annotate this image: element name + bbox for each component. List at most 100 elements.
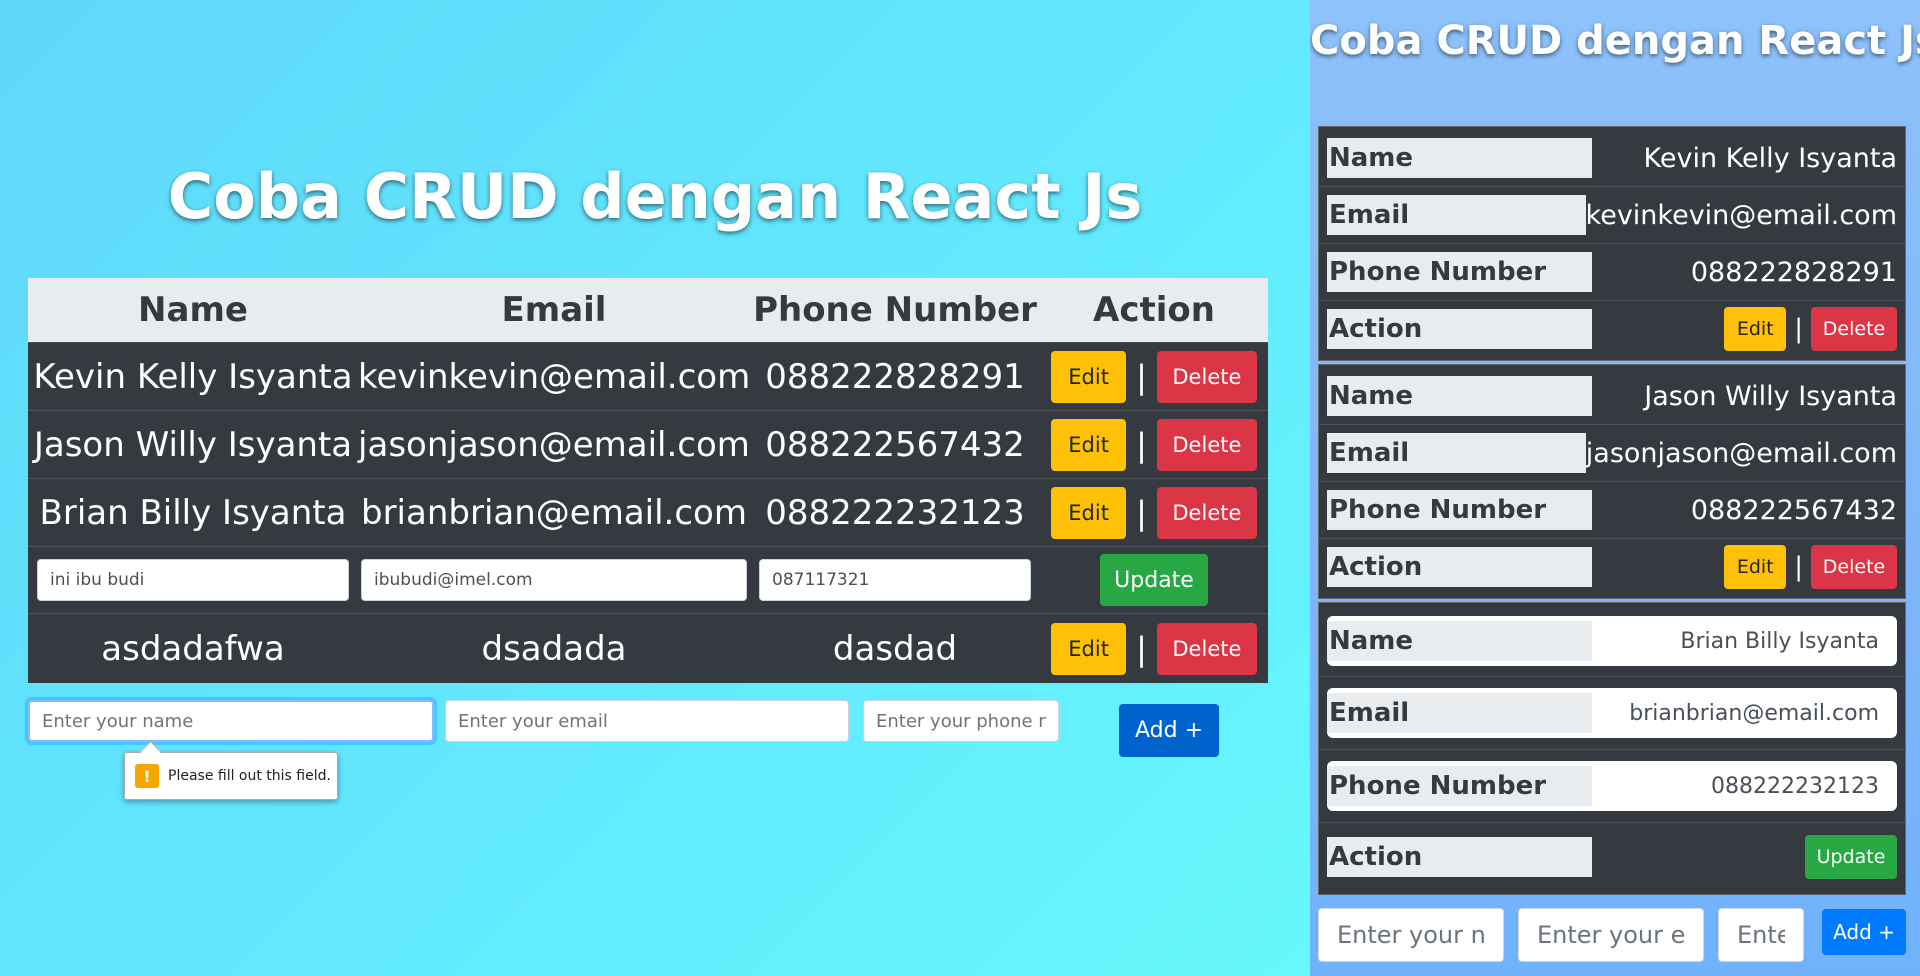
edit-name-input[interactable] — [37, 559, 349, 601]
action-separator: | — [1136, 425, 1147, 464]
header-phone: Phone Number — [753, 290, 1037, 330]
cell-email: jasonjason@email.com — [358, 424, 750, 465]
mobile-field-email: Email jasonjason@email.com — [1319, 425, 1905, 482]
action-separator: | — [1794, 552, 1803, 582]
edit-email-input[interactable] — [361, 559, 747, 601]
table-row: Brian Billy Isyanta brianbrian@email.com… — [28, 478, 1268, 546]
mobile-field-phone: Phone Number 088222828291 — [1319, 244, 1905, 301]
mobile-view: Coba CRUD dengan React Js Name Kevin Kel… — [1310, 0, 1920, 976]
mobile-field-email: Email kevinkevin@email.com — [1319, 187, 1905, 244]
field-label: Action — [1327, 309, 1592, 349]
field-value: Kevin Kelly Isyanta — [1643, 142, 1897, 174]
field-label: Phone Number — [1327, 490, 1592, 530]
edit-button[interactable]: Edit — [1051, 622, 1127, 675]
row-actions: Update — [1040, 554, 1268, 606]
action-separator: | — [1794, 314, 1803, 344]
cell-name: Brian Billy Isyanta — [39, 492, 347, 533]
field-value: kevinkevin@email.com — [1585, 199, 1897, 231]
delete-button[interactable]: Delete — [1811, 545, 1897, 589]
edit-button[interactable]: Edit — [1724, 545, 1787, 589]
mobile-field-action: Action Edit | Delete — [1319, 539, 1905, 595]
cell-phone: 088222828291 — [765, 356, 1025, 397]
mobile-add-form: Add + — [1310, 908, 1920, 966]
edit-button[interactable]: Edit — [1051, 418, 1127, 471]
row-actions: Edit | Delete — [1592, 545, 1905, 589]
action-separator: | — [1136, 357, 1147, 396]
mobile-field-email: Email brianbrian@email.com — [1319, 677, 1905, 750]
header-name: Name — [138, 290, 248, 330]
cell-name: Jason Willy Isyanta — [33, 424, 353, 465]
field-label: Name — [1327, 376, 1592, 416]
field-label: Email — [1327, 433, 1586, 473]
add-button[interactable]: Add + — [1119, 704, 1219, 757]
row-actions: Edit | Delete — [1040, 350, 1268, 403]
field-value: Jason Willy Isyanta — [1644, 380, 1897, 412]
edit-email-cell — [358, 559, 750, 601]
phone-input[interactable] — [1718, 908, 1804, 962]
mobile-field-phone: Phone Number 088222232123 — [1319, 750, 1905, 823]
page-title: Coba CRUD dengan React Js — [167, 160, 1143, 233]
edit-button[interactable]: Edit — [1724, 307, 1787, 351]
name-input[interactable] — [1318, 908, 1504, 962]
header-email: Email — [501, 290, 607, 330]
update-button[interactable]: Update — [1100, 554, 1208, 606]
field-label: Phone Number — [1327, 766, 1592, 806]
update-button[interactable]: Update — [1805, 835, 1897, 879]
cell-phone: dasdad — [832, 628, 958, 669]
email-input[interactable] — [1518, 908, 1704, 962]
cell-phone: 088222232123 — [765, 492, 1025, 533]
delete-button[interactable]: Delete — [1156, 486, 1257, 539]
validation-message: Please fill out this field. — [168, 768, 331, 784]
mobile-field-name: Name Jason Willy Isyanta — [1319, 368, 1905, 425]
field-label: Name — [1327, 621, 1592, 661]
delete-button[interactable]: Delete — [1156, 350, 1257, 403]
mobile-card: Name Jason Willy Isyanta Email jasonjaso… — [1318, 364, 1906, 599]
edit-button[interactable]: Edit — [1051, 350, 1127, 403]
table-row: Kevin Kelly Isyanta kevinkevin@email.com… — [28, 342, 1268, 410]
users-table: Name Email Phone Number Action Kevin Kel… — [28, 278, 1268, 683]
add-button[interactable]: Add + — [1822, 909, 1906, 955]
row-actions: Edit | Delete — [1040, 486, 1268, 539]
delete-button[interactable]: Delete — [1156, 622, 1257, 675]
email-input[interactable] — [445, 700, 849, 742]
cell-name: Kevin Kelly Isyanta — [33, 356, 353, 397]
edit-button[interactable]: Edit — [1051, 486, 1127, 539]
mobile-card-editing: Name Brian Billy Isyanta Email brianbria… — [1318, 602, 1906, 895]
phone-input[interactable] — [863, 700, 1059, 742]
name-input[interactable] — [28, 700, 434, 742]
field-label: Email — [1327, 693, 1592, 733]
mobile-field-action: Action Edit | Delete — [1319, 301, 1905, 357]
field-value: 088222567432 — [1690, 494, 1897, 526]
validation-tooltip: ! Please fill out this field. — [124, 752, 338, 800]
field-label: Phone Number — [1327, 252, 1592, 292]
cell-phone: 088222567432 — [765, 424, 1025, 465]
field-label: Email — [1327, 195, 1586, 235]
cell-name: asdadafwa — [101, 628, 285, 669]
mobile-field-action: Action Update — [1319, 823, 1905, 891]
mobile-card-list: Name Kevin Kelly Isyanta Email kevinkevi… — [1318, 126, 1906, 898]
delete-button[interactable]: Delete — [1156, 418, 1257, 471]
field-label: Action — [1327, 547, 1592, 587]
warning-icon: ! — [135, 764, 159, 788]
table-header: Name Email Phone Number Action — [28, 278, 1268, 342]
field-label: Name — [1327, 138, 1592, 178]
mobile-field-phone: Phone Number 088222567432 — [1319, 482, 1905, 539]
field-label: Action — [1327, 837, 1592, 877]
table-row: asdadafwa dsadada dasdad Edit | Delete — [28, 613, 1268, 683]
desktop-view: Coba CRUD dengan React Js Name Email Pho… — [0, 0, 1310, 976]
row-actions: Edit | Delete — [1040, 418, 1268, 471]
row-actions: Edit | Delete — [1592, 307, 1905, 351]
mobile-card: Name Kevin Kelly Isyanta Email kevinkevi… — [1318, 126, 1906, 361]
mobile-page-title: Coba CRUD dengan React Js — [1310, 18, 1920, 64]
cell-email: kevinkevin@email.com — [358, 356, 751, 397]
action-separator: | — [1136, 493, 1147, 532]
edit-phone-cell — [750, 559, 1040, 601]
cell-email: brianbrian@email.com — [361, 492, 747, 533]
header-action: Action — [1093, 290, 1215, 330]
row-actions: Edit | Delete — [1040, 622, 1268, 675]
row-actions: Update — [1592, 835, 1905, 879]
delete-button[interactable]: Delete — [1811, 307, 1897, 351]
edit-row: Update — [28, 546, 1268, 613]
edit-phone-input[interactable] — [759, 559, 1031, 601]
field-value: 088222828291 — [1690, 256, 1897, 288]
